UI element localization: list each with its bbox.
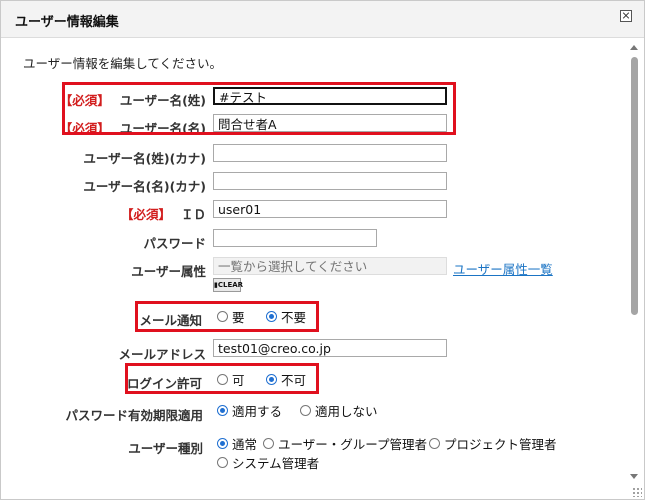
email-input[interactable] [213,339,447,357]
attribute-input[interactable] [213,257,447,275]
last-name-kana-label: ユーザー名(姓)(カナ) [83,151,206,166]
highlight-mail-notify [135,301,319,332]
last-name-kana-input[interactable] [213,144,447,162]
email-label: メールアドレス [118,347,206,362]
user-type-label: ユーザー種別 [128,441,203,456]
resize-grip-icon[interactable] [632,487,642,497]
user-type-normal-radio[interactable] [217,438,228,449]
pw-expiry-not-apply-radio[interactable] [300,405,311,416]
id-input[interactable] [213,200,447,218]
password-input[interactable] [213,229,377,247]
pw-expiry-apply-label: 適用する [232,404,283,419]
dialog-title: ユーザー情報編集 [15,15,119,30]
user-type-system-admin-label: システム管理者 [232,456,320,471]
vertical-scrollbar[interactable] [627,39,642,485]
dialog-titlebar: ユーザー情報編集 [1,1,644,38]
attribute-label: ユーザー属性 [131,264,206,279]
user-type-project-admin-radio[interactable] [429,438,440,449]
user-type-group-admin-label: ユーザー・グループ管理者 [278,437,428,452]
pw-expiry-label: パスワード有効期限適用 [65,408,203,423]
pw-expiry-apply-radio[interactable] [217,405,228,416]
user-type-group-admin-radio[interactable] [263,438,274,449]
user-type-project-admin-label: プロジェクト管理者 [444,437,557,452]
first-name-kana-label: ユーザー名(名)(カナ) [83,179,206,194]
user-type-normal-label: 通常 [232,437,258,452]
user-edit-dialog: ユーザー情報編集 ユーザー情報を編集してください。 【必須】ユーザー名(姓) 【… [0,0,645,500]
form-description: ユーザー情報を編集してください。 [23,56,223,71]
scroll-down-icon[interactable] [630,474,638,479]
pw-expiry-not-apply-label: 適用しない [315,404,378,419]
scroll-up-icon[interactable] [630,45,638,50]
first-name-kana-input[interactable] [213,172,447,190]
highlight-login [125,363,319,394]
user-type-system-admin-radio[interactable] [217,457,228,468]
required-tag: 【必須】 [120,207,171,222]
password-label: パスワード [143,236,206,251]
attribute-list-link[interactable]: ユーザー属性一覧 [453,259,553,278]
clear-icon[interactable]: ▮CLEAR [213,278,243,292]
id-label: 【必須】 ＩＤ [120,207,206,222]
scroll-thumb[interactable] [631,57,638,315]
highlight-name-fields [62,82,456,135]
close-icon[interactable] [620,10,632,22]
